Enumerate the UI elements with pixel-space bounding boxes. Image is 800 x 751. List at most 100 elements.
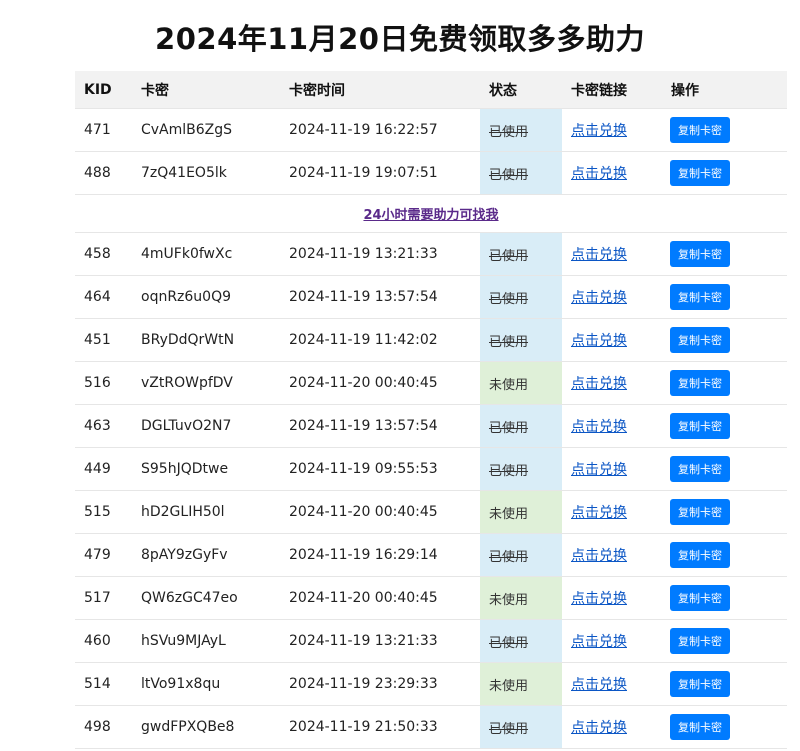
table-header-row: KID 卡密 卡密时间 状态 卡密链接 操作 — [75, 71, 787, 109]
table-row: 471 CvAmlB6ZgS 2024-11-19 16:22:57 已使用 点击兑换 复… — [75, 108, 787, 152]
card-time-cell: 2024-11-19 16:29:14 — [280, 533, 480, 577]
copy-key-button[interactable]: 复制卡密 — [670, 370, 730, 396]
redeem-link[interactable]: 点击兑换 — [571, 548, 627, 564]
table-row: 517 QW6zGC47eo 2024-11-20 00:40:45 未使用 点击兑换 复… — [75, 576, 787, 620]
redeem-link[interactable]: 点击兑换 — [571, 166, 627, 182]
status-cell: 已使用 — [480, 275, 562, 319]
link-cell: 点击兑换 — [562, 108, 662, 152]
table-row: 463 DGLTuvO2N7 2024-11-19 13:57:54 已使用 点击兑换 复… — [75, 404, 787, 448]
status-cell: 已使用 — [480, 108, 562, 152]
card-key-cell: S95hJQDtwe — [132, 447, 280, 491]
card-key-cell: BRyDdQrWtN — [132, 318, 280, 362]
table-row: 514 ltVo91x8qu 2024-11-19 23:29:33 未使用 点击兑换 复… — [75, 662, 787, 706]
action-cell: 复制卡密 — [662, 533, 787, 577]
kid-cell: 515 — [75, 490, 132, 534]
card-time-cell: 2024-11-19 19:07:51 — [280, 151, 480, 195]
kid-cell: 471 — [75, 108, 132, 152]
redeem-link[interactable]: 点击兑换 — [571, 720, 627, 736]
kid-cell: 498 — [75, 705, 132, 749]
card-key-cell: DGLTuvO2N7 — [132, 404, 280, 448]
copy-key-button[interactable]: 复制卡密 — [670, 413, 730, 439]
card-key-cell: ltVo91x8qu — [132, 662, 280, 706]
kid-cell: 458 — [75, 232, 132, 276]
link-cell: 点击兑换 — [562, 232, 662, 276]
status-badge: 已使用 — [489, 167, 529, 183]
header-time: 卡密时间 — [280, 71, 480, 109]
card-time-cell: 2024-11-20 00:40:45 — [280, 490, 480, 534]
copy-key-button[interactable]: 复制卡密 — [670, 456, 730, 482]
header-link: 卡密链接 — [562, 71, 662, 109]
status-cell: 已使用 — [480, 447, 562, 491]
status-badge: 已使用 — [489, 549, 529, 565]
table-row: 515 hD2GLIH50l 2024-11-20 00:40:45 未使用 点击兑换 复… — [75, 490, 787, 534]
redeem-link[interactable]: 点击兑换 — [571, 419, 627, 435]
redeem-link[interactable]: 点击兑换 — [571, 634, 627, 650]
link-cell: 点击兑换 — [562, 619, 662, 663]
link-cell: 点击兑换 — [562, 361, 662, 405]
status-badge: 未使用 — [489, 678, 529, 694]
header-kid: KID — [75, 71, 132, 109]
kid-cell: 479 — [75, 533, 132, 577]
link-cell: 点击兑换 — [562, 447, 662, 491]
card-key-cell: QW6zGC47eo — [132, 576, 280, 620]
card-time-cell: 2024-11-19 13:21:33 — [280, 232, 480, 276]
link-cell: 点击兑换 — [562, 490, 662, 534]
table-row: 488 7zQ41EO5lk 2024-11-19 19:07:51 已使用 点击兑换 复… — [75, 151, 787, 195]
action-cell: 复制卡密 — [662, 318, 787, 362]
copy-key-button[interactable]: 复制卡密 — [670, 671, 730, 697]
card-key-cell: CvAmlB6ZgS — [132, 108, 280, 152]
table-body: 471 CvAmlB6ZgS 2024-11-19 16:22:57 已使用 点击兑换复… — [75, 108, 787, 749]
copy-key-button[interactable]: 复制卡密 — [670, 284, 730, 310]
page-title: 2024年11月20日免费领取多多助力 — [155, 22, 645, 56]
status-badge: 未使用 — [489, 506, 529, 522]
kid-cell: 516 — [75, 361, 132, 405]
redeem-link[interactable]: 点击兑换 — [571, 376, 627, 392]
copy-key-button[interactable]: 复制卡密 — [670, 160, 730, 186]
copy-key-button[interactable]: 复制卡密 — [670, 714, 730, 740]
card-key-cell: vZtROWpfDV — [132, 361, 280, 405]
card-time-cell: 2024-11-19 09:55:53 — [280, 447, 480, 491]
action-cell: 复制卡密 — [662, 404, 787, 448]
redeem-link[interactable]: 点击兑换 — [571, 247, 627, 263]
status-cell: 未使用 — [480, 662, 562, 706]
table-row: 479 8pAY9zGyFv 2024-11-19 16:29:14 已使用 点击兑换 复… — [75, 533, 787, 577]
copy-key-button[interactable]: 复制卡密 — [670, 117, 730, 143]
copy-key-button[interactable]: 复制卡密 — [670, 241, 730, 267]
copy-key-button[interactable]: 复制卡密 — [670, 585, 730, 611]
notice-row: 24小时需要助力可找我 — [75, 194, 787, 233]
action-cell: 复制卡密 — [662, 108, 787, 152]
status-badge: 已使用 — [489, 721, 529, 737]
table-row: 458 4mUFk0fwXc 2024-11-19 13:21:33 已使用 点击兑换 复… — [75, 232, 787, 276]
status-badge: 已使用 — [489, 635, 529, 651]
notice-cell: 24小时需要助力可找我 — [75, 194, 787, 233]
kid-cell: 449 — [75, 447, 132, 491]
status-cell: 未使用 — [480, 576, 562, 620]
action-cell: 复制卡密 — [662, 151, 787, 195]
action-cell: 复制卡密 — [662, 576, 787, 620]
card-time-cell: 2024-11-19 13:57:54 — [280, 275, 480, 319]
redeem-link[interactable]: 点击兑换 — [571, 591, 627, 607]
action-cell: 复制卡密 — [662, 275, 787, 319]
card-time-cell: 2024-11-19 23:29:33 — [280, 662, 480, 706]
redeem-link[interactable]: 点击兑换 — [571, 505, 627, 521]
copy-key-button[interactable]: 复制卡密 — [670, 628, 730, 654]
table-row: 464 oqnRz6u0Q9 2024-11-19 13:57:54 已使用 点击兑换 复… — [75, 275, 787, 319]
status-badge: 未使用 — [489, 377, 529, 393]
table-row: 516 vZtROWpfDV 2024-11-20 00:40:45 未使用 点击兑换 复… — [75, 361, 787, 405]
card-time-cell: 2024-11-19 13:21:33 — [280, 619, 480, 663]
redeem-link[interactable]: 点击兑换 — [571, 333, 627, 349]
action-cell: 复制卡密 — [662, 447, 787, 491]
redeem-link[interactable]: 点击兑换 — [571, 290, 627, 306]
redeem-link[interactable]: 点击兑换 — [571, 677, 627, 693]
copy-key-button[interactable]: 复制卡密 — [670, 499, 730, 525]
copy-key-button[interactable]: 复制卡密 — [670, 542, 730, 568]
action-cell: 复制卡密 — [662, 662, 787, 706]
link-cell: 点击兑换 — [562, 151, 662, 195]
contact-link[interactable]: 24小时需要助力可找我 — [363, 208, 498, 223]
copy-key-button[interactable]: 复制卡密 — [670, 327, 730, 353]
redeem-link[interactable]: 点击兑换 — [571, 462, 627, 478]
redeem-link[interactable]: 点击兑换 — [571, 123, 627, 139]
link-cell: 点击兑换 — [562, 533, 662, 577]
status-cell: 已使用 — [480, 533, 562, 577]
action-cell: 复制卡密 — [662, 490, 787, 534]
